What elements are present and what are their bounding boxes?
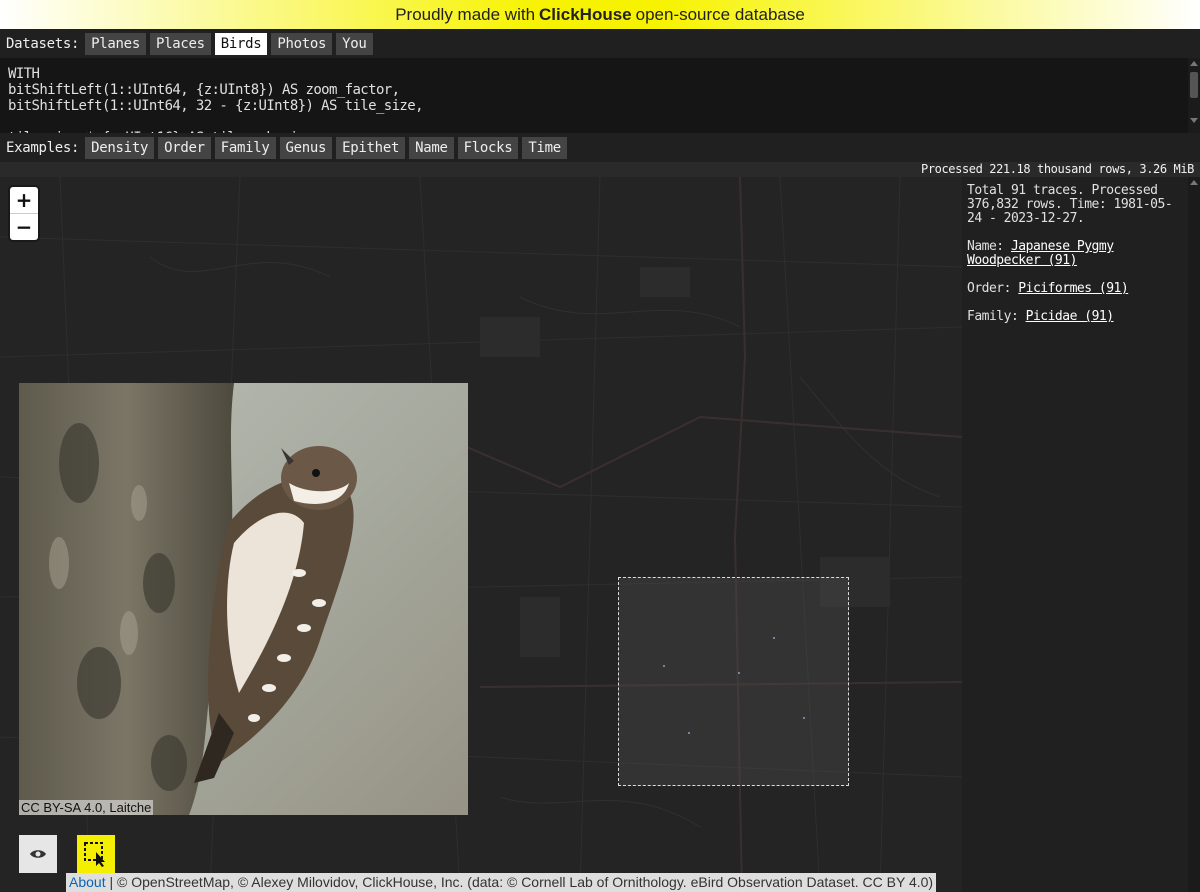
- info-panel: Total 91 traces. Processed 376,832 rows.…: [962, 177, 1188, 892]
- toggle-visibility-button[interactable]: [19, 835, 57, 873]
- panel-order-row: Order: Piciformes (91): [967, 282, 1184, 296]
- dataset-you-button[interactable]: You: [336, 33, 373, 55]
- example-density-button[interactable]: Density: [85, 137, 155, 159]
- bird-photo: CC BY-SA 4.0, Laitche: [19, 383, 468, 815]
- panel-summary: Total 91 traces. Processed 376,832 rows.…: [967, 183, 1173, 226]
- family-label: Family:: [967, 309, 1026, 324]
- panel-name-row: Name: Japanese Pygmy Woodpecker (91): [967, 240, 1184, 268]
- select-area-button[interactable]: [77, 835, 115, 873]
- dataset-birds-button[interactable]: Birds: [214, 33, 268, 55]
- panel-scrollbar[interactable]: [1188, 177, 1200, 892]
- datasets-bar: Datasets: Planes Places Birds Photos You: [0, 30, 1200, 58]
- datasets-label: Datasets:: [6, 36, 80, 52]
- family-link[interactable]: Picidae (91): [1026, 309, 1114, 324]
- query-editor[interactable]: WITH bitShiftLeft(1::UInt64, {z:UInt8}) …: [0, 58, 1200, 133]
- example-epithet-button[interactable]: Epithet: [336, 137, 406, 159]
- example-genus-button[interactable]: Genus: [279, 137, 333, 159]
- stats-text: Processed 221.18 thousand rows, 3.26 MiB: [921, 162, 1194, 176]
- zoom-in-button[interactable]: +: [10, 187, 38, 213]
- woodpecker-image: [19, 383, 468, 815]
- zoom-out-button[interactable]: −: [10, 213, 38, 240]
- example-family-button[interactable]: Family: [214, 137, 276, 159]
- examples-label: Examples:: [6, 140, 80, 156]
- promo-banner: Proudly made with ClickHouse open-source…: [0, 0, 1200, 29]
- attribution-text: | © OpenStreetMap, © Alexey Milovidov, C…: [105, 874, 934, 890]
- map-view[interactable]: + − CC BY-SA 4.0, Laitche About | © Open…: [0, 177, 962, 892]
- photo-credit[interactable]: CC BY-SA 4.0, Laitche: [19, 800, 154, 815]
- name-label: Name:: [967, 239, 1011, 254]
- banner-prefix: Proudly made with: [395, 4, 536, 24]
- order-link[interactable]: Piciformes (91): [1018, 281, 1128, 296]
- example-order-button[interactable]: Order: [158, 137, 211, 159]
- query-scroll-thumb[interactable]: [1190, 72, 1198, 98]
- banner-brand[interactable]: ClickHouse: [539, 5, 632, 25]
- example-flocks-button[interactable]: Flocks: [457, 137, 519, 159]
- example-time-button[interactable]: Time: [522, 137, 567, 159]
- query-text[interactable]: WITH bitShiftLeft(1::UInt64, {z:UInt8}) …: [0, 58, 1200, 133]
- examples-bar: Examples: Density Order Family Genus Epi…: [0, 134, 1200, 162]
- scroll-up-icon[interactable]: [1190, 180, 1198, 185]
- query-stats: Processed 221.18 thousand rows, 3.26 MiB: [0, 162, 1200, 177]
- select-area-icon: [84, 842, 105, 867]
- zoom-control: + −: [10, 187, 38, 240]
- selection-rectangle[interactable]: [618, 577, 849, 786]
- dataset-places-button[interactable]: Places: [149, 33, 211, 55]
- about-link[interactable]: About: [69, 874, 106, 890]
- scroll-down-icon[interactable]: [1190, 118, 1198, 123]
- banner-suffix: open-source database: [635, 4, 805, 24]
- order-label: Order:: [967, 281, 1019, 296]
- dataset-planes-button[interactable]: Planes: [85, 33, 146, 55]
- map-attribution: About | © OpenStreetMap, © Alexey Milovi…: [66, 873, 937, 892]
- example-name-button[interactable]: Name: [409, 137, 454, 159]
- scroll-up-icon[interactable]: [1190, 61, 1198, 66]
- query-scrollbar[interactable]: [1188, 58, 1200, 133]
- selection-points: [663, 637, 805, 734]
- panel-family-row: Family: Picidae (91): [967, 310, 1184, 324]
- eye-icon: [30, 850, 46, 858]
- dataset-photos-button[interactable]: Photos: [271, 33, 333, 55]
